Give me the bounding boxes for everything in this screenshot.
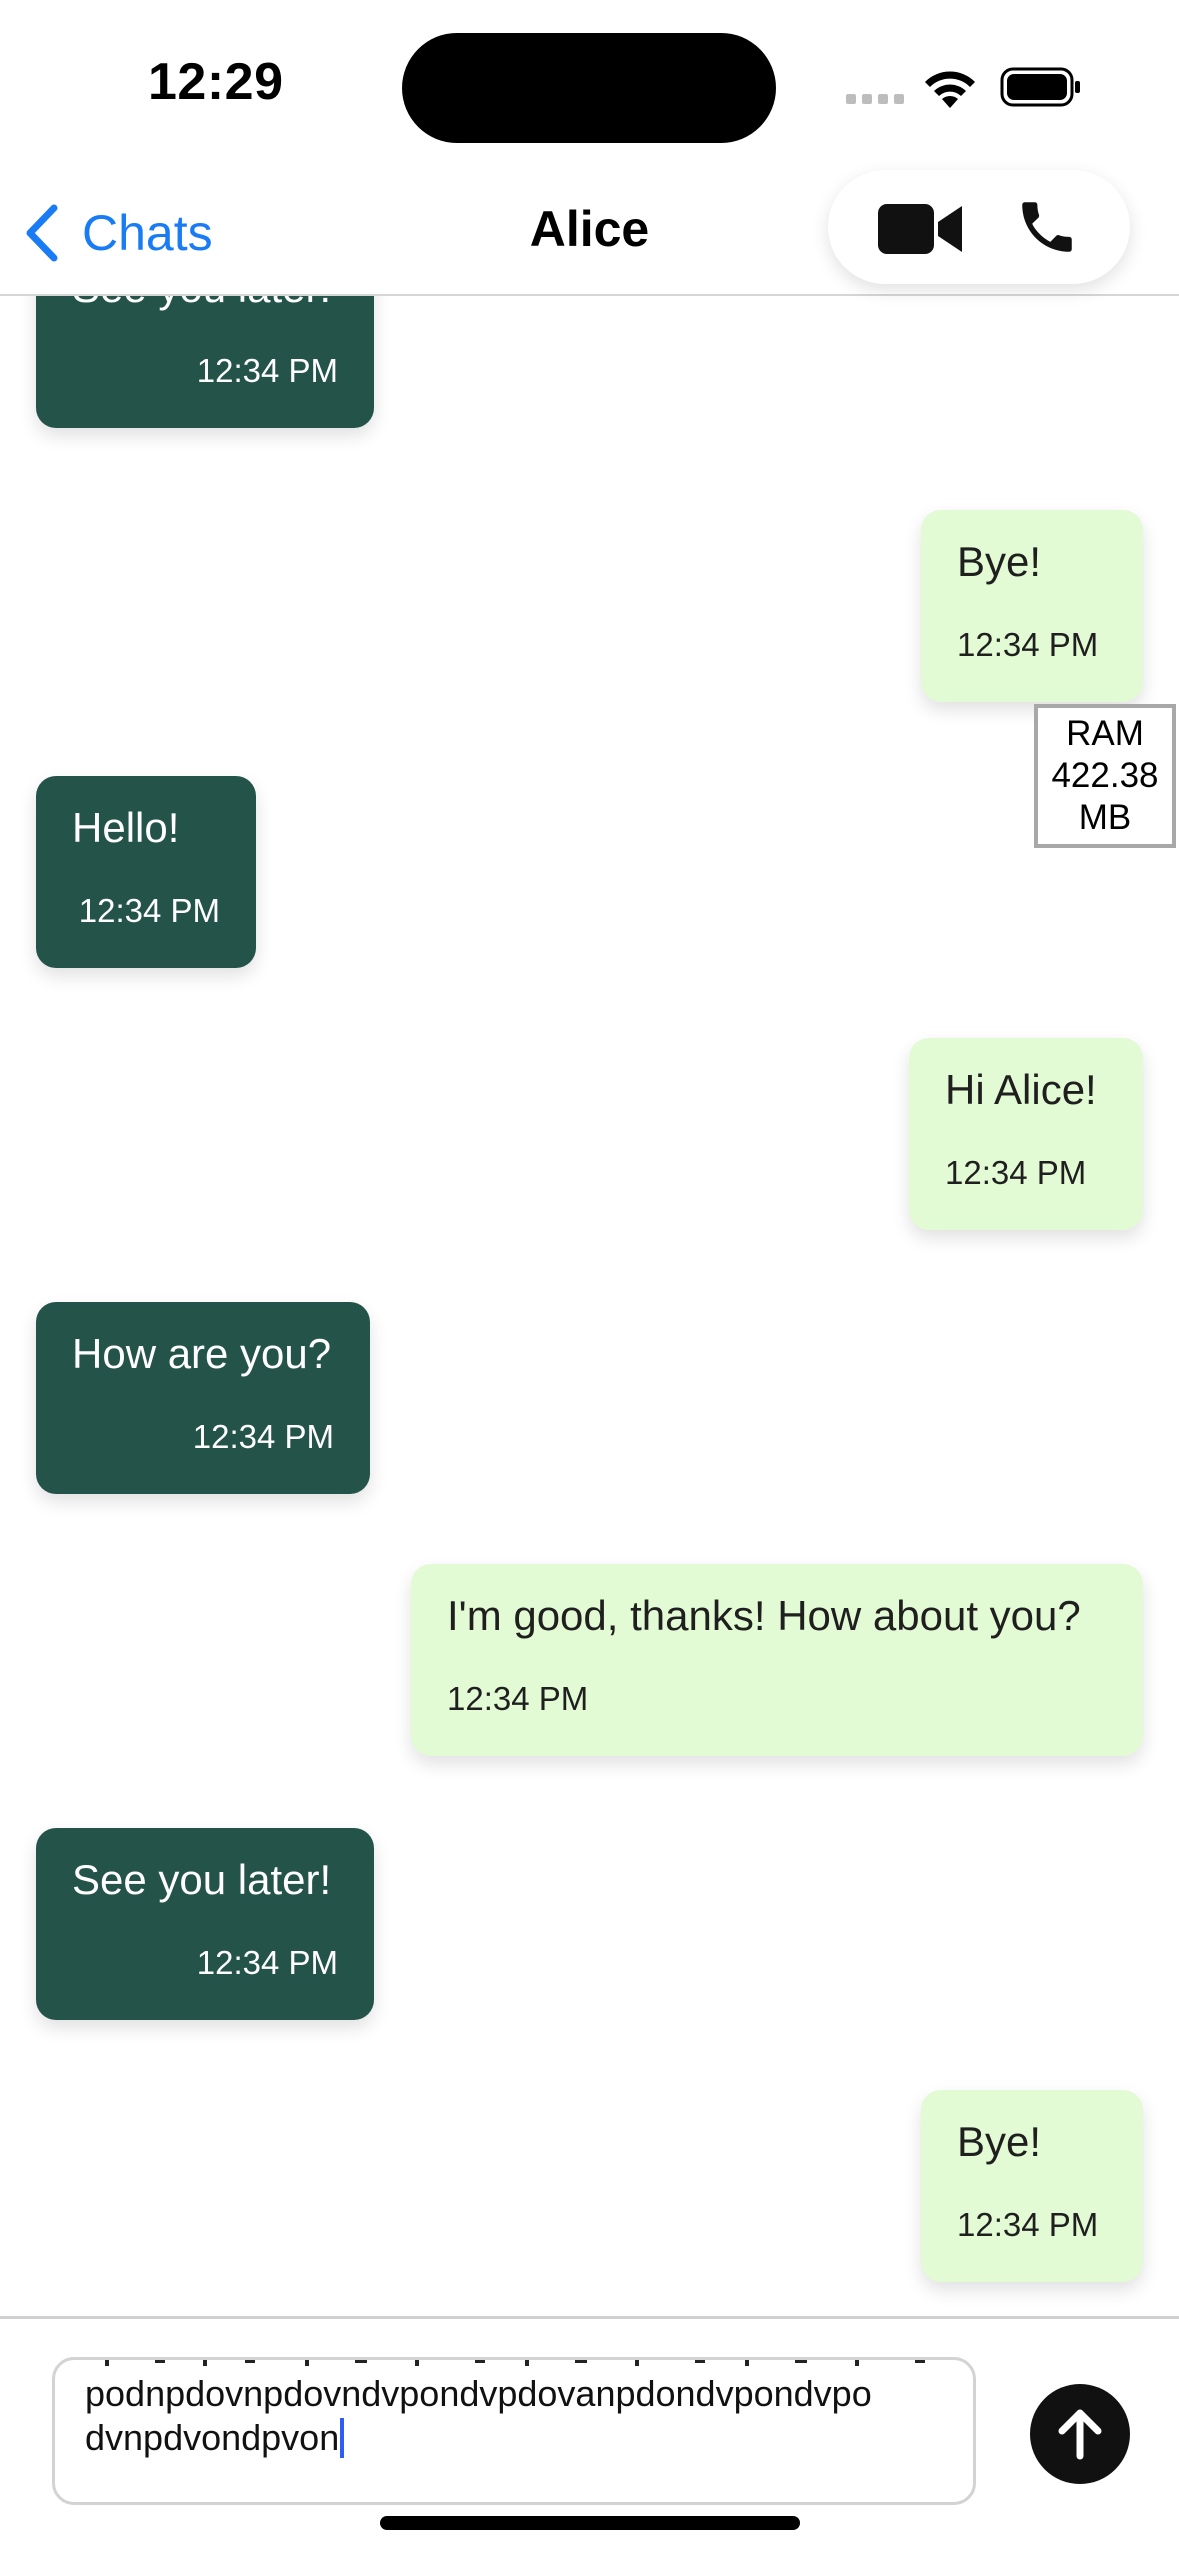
- message-text: I'm good, thanks! How about you?: [447, 1592, 1081, 1639]
- message-text: How are you?: [72, 1330, 332, 1377]
- input-line: dvnpdvondpvon: [85, 2417, 340, 2458]
- text-cursor: [340, 2418, 345, 2458]
- message-time: 12:34 PM: [957, 626, 1099, 663]
- message-text: See you later!: [72, 1856, 332, 1903]
- message-time: 12:34 PM: [192, 1418, 334, 1455]
- cellular-signal-icon: [846, 94, 906, 106]
- chevron-left-icon: [26, 204, 58, 262]
- message-time: 12:34 PM: [447, 1680, 589, 1717]
- ram-unit: MB: [1078, 798, 1132, 837]
- message-time: 12:34 PM: [945, 1154, 1087, 1191]
- message-time: 12:34 PM: [196, 1944, 338, 1981]
- message-text: See you later!: [72, 296, 331, 312]
- message-bubble-incoming[interactable]: Hello! 12:34 PM: [36, 776, 256, 968]
- call-actions: [828, 170, 1130, 284]
- video-call-icon[interactable]: [878, 202, 962, 256]
- message-text: Bye!: [957, 538, 1042, 585]
- message-bubble-outgoing[interactable]: Bye! 12:34 PM: [921, 2090, 1143, 2282]
- message-time: 12:34 PM: [957, 2206, 1099, 2243]
- message-text: Hi Alice!: [945, 1066, 1097, 1113]
- status-bar: 12:29: [0, 0, 1179, 170]
- ram-label: RAM: [1066, 714, 1144, 753]
- message-bubble-incoming[interactable]: See you later! 12:34 PM: [36, 296, 374, 428]
- message-bubble-incoming[interactable]: See you later! 12:34 PM: [36, 1828, 374, 2020]
- message-list[interactable]: See you later! 12:34 PM Bye! 12:34 PM He…: [0, 296, 1179, 2316]
- ram-usage-overlay: RAM 422.38 MB: [1034, 704, 1176, 848]
- wifi-icon: [925, 71, 975, 108]
- message-time: 12:34 PM: [196, 352, 338, 389]
- battery-icon: [1000, 67, 1080, 107]
- message-bubble-incoming[interactable]: How are you? 12:34 PM: [36, 1302, 370, 1494]
- input-line: podnpdovnpdovndvpondvpdovanpdondvpondvpo: [85, 2373, 872, 2414]
- message-bubble-outgoing[interactable]: I'm good, thanks! How about you? 12:34 P…: [411, 1564, 1143, 1756]
- message-bubble-outgoing[interactable]: Bye! 12:34 PM: [921, 510, 1143, 702]
- back-button-label: Chats: [82, 205, 213, 261]
- dynamic-island: [402, 33, 776, 143]
- message-input[interactable]: podnpdovnpdovndvpondvpdovanpdondvpondvpo…: [52, 2357, 976, 2505]
- chat-header: Chats Alice: [0, 170, 1179, 296]
- phone-call-icon[interactable]: [1014, 194, 1080, 260]
- message-bubble-outgoing[interactable]: Hi Alice! 12:34 PM: [909, 1038, 1143, 1230]
- message-text: Hello!: [72, 804, 180, 851]
- message-input-text: podnpdovnpdovndvpondvpdovanpdondvpondvpo…: [85, 2366, 965, 2460]
- message-time: 12:34 PM: [78, 892, 220, 929]
- message-text: Bye!: [957, 2118, 1042, 2165]
- status-time: 12:29: [148, 53, 284, 111]
- send-button[interactable]: [1030, 2384, 1130, 2484]
- home-indicator[interactable]: [380, 2516, 800, 2530]
- ram-value: 422.38: [1051, 756, 1159, 795]
- back-button[interactable]: Chats: [24, 198, 213, 268]
- input-line-with-caret: dvnpdvondpvon: [85, 2416, 965, 2460]
- arrow-up-icon: [1058, 2409, 1102, 2460]
